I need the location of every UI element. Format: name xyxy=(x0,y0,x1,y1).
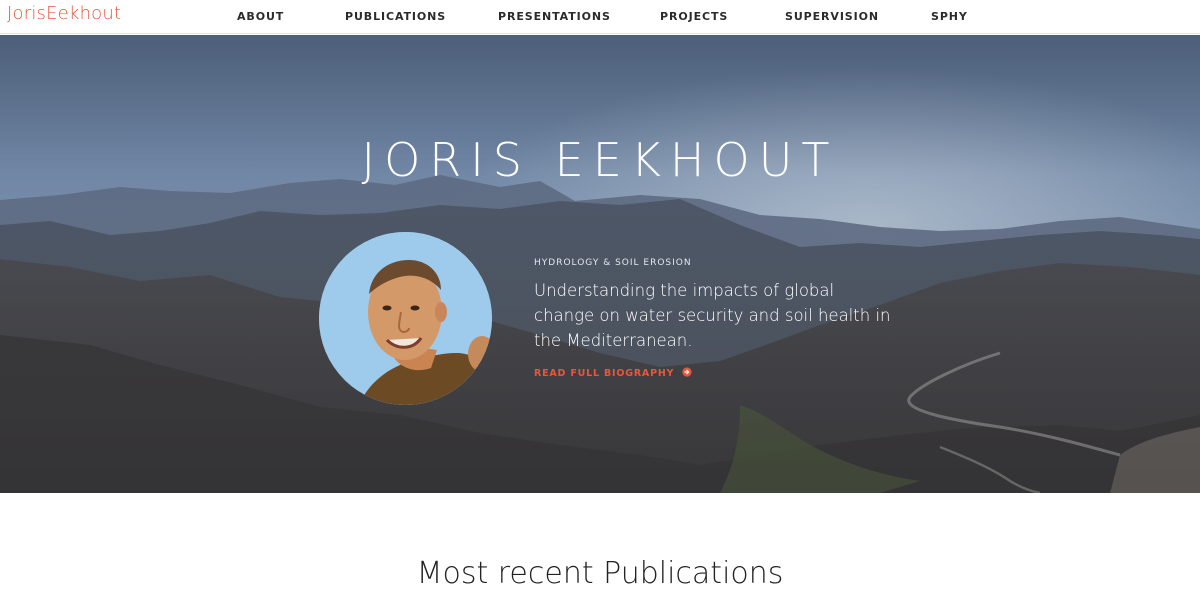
site-logo[interactable]: JorisEekhout xyxy=(7,3,121,24)
nav-item-publications[interactable]: PUBLICATIONS xyxy=(345,10,446,23)
hero-section: JORIS EEKHOUT HYDROLOGY & SOIL EROSION U… xyxy=(0,35,1200,493)
profile-photo-illustration xyxy=(319,232,492,405)
nav-item-projects[interactable]: PROJECTS xyxy=(660,10,728,23)
hero-subtitle: HYDROLOGY & SOIL EROSION xyxy=(534,258,692,268)
hero-tagline: Understanding the impacts of global chan… xyxy=(534,281,891,350)
hero-title: JORIS EEKHOUT xyxy=(361,133,839,187)
nav-item-sphy[interactable]: SPHY xyxy=(931,10,968,23)
navbar: JorisEekhout ABOUT PUBLICATIONS PRESENTA… xyxy=(0,0,1200,34)
read-biography-label: READ FULL BIOGRAPHY xyxy=(534,368,675,379)
arrow-circle-right-icon xyxy=(682,367,692,377)
nav-item-presentations[interactable]: PRESENTATIONS xyxy=(498,10,611,23)
nav-item-supervision[interactable]: SUPERVISION xyxy=(785,10,879,23)
profile-photo xyxy=(319,232,492,405)
nav-item-about[interactable]: ABOUT xyxy=(237,10,284,23)
read-biography-link[interactable]: READ FULL BIOGRAPHY xyxy=(534,367,692,379)
